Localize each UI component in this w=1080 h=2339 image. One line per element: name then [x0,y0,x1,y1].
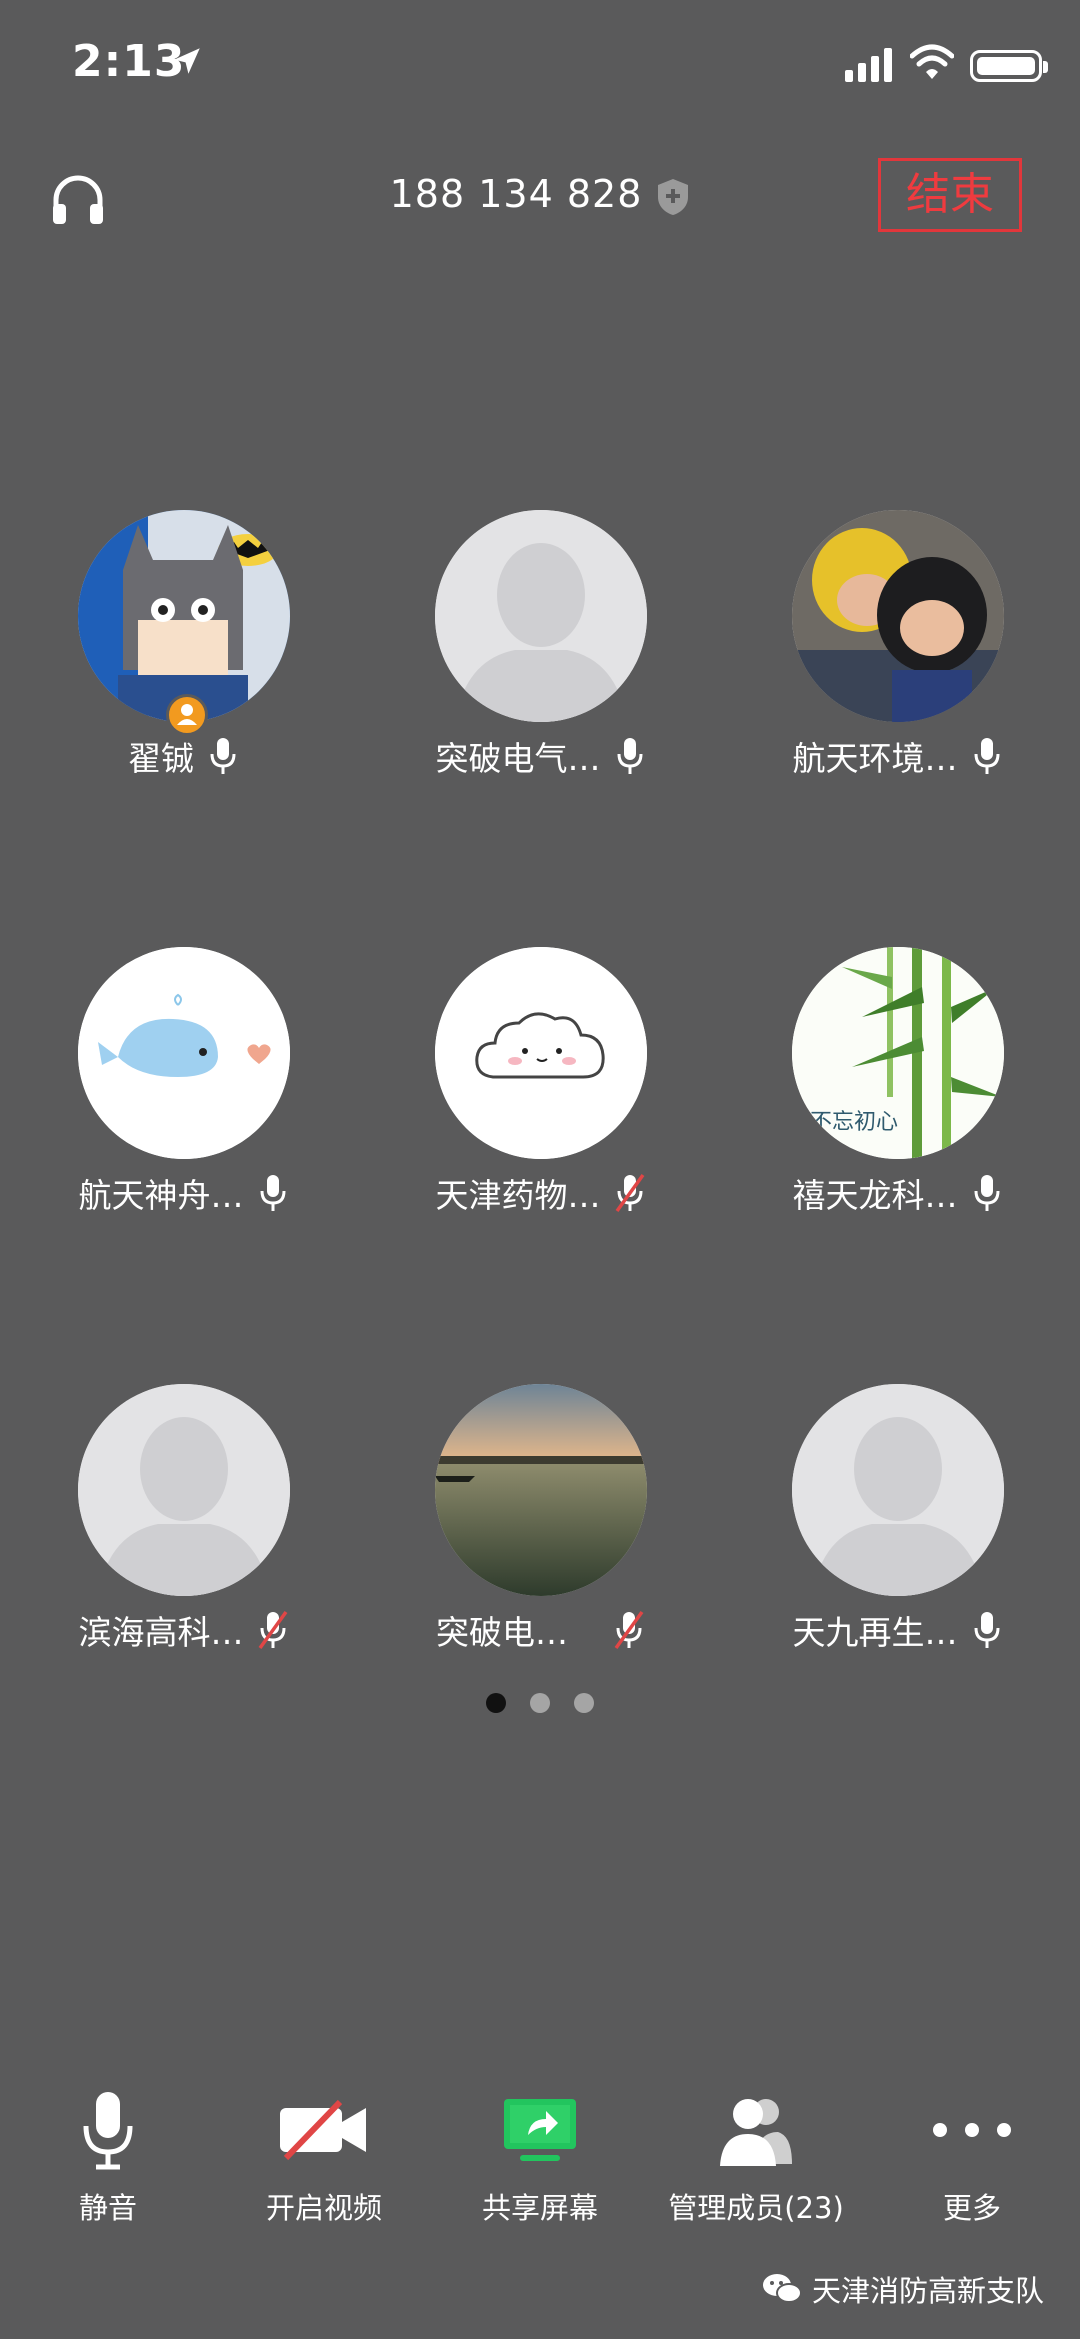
share-screen-button[interactable]: 共享屏幕 [432,2085,648,2227]
mic-icon [974,1175,999,1211]
participant-name: 翟铖 [128,739,194,778]
members-icon [720,2099,792,2166]
participant-tile[interactable]: 天津药物… [360,947,720,1227]
mic-icon [974,738,999,774]
meeting-id-text: 188 134 828 [389,172,643,216]
participant-tile[interactable]: 滨海高科… [3,1384,363,1664]
watermark: 天津消防高新支队 [762,2268,1044,2310]
participant-tile[interactable]: 天九再生… [717,1384,1077,1664]
participant-name: 突破电气… [435,739,601,778]
end-meeting-button[interactable]: 结束 [878,158,1022,232]
participant-name: 天九再生… [792,1613,958,1652]
mic-icon [617,738,642,774]
participant-name: 禧天龙科… [792,1176,958,1215]
helmet-photo-avatar [792,510,1004,722]
bamboo-avatar-text: 不忘初心 [810,1110,898,1135]
default-avatar [435,510,647,722]
shield-icon [658,178,689,215]
manage-members-button[interactable]: 管理成员(23) [648,2085,864,2227]
start-video-label: 开启视频 [265,2191,382,2225]
location-arrow-icon [174,48,200,74]
page-indicator[interactable] [0,1693,1080,1717]
cellular-signal-icon [845,48,892,82]
default-avatar [78,1384,290,1596]
participant-name-row: 天津药物… [360,1169,720,1217]
battery-icon [970,50,1048,82]
more-button[interactable]: 更多 [864,2085,1080,2227]
more-dots-icon [933,2123,1011,2137]
manage-members-label: 管理成员(23) [668,2191,844,2225]
batman-avatar [78,510,290,722]
participant-name-row: 滨海高科… [3,1606,363,1654]
bamboo-avatar: 不忘初心 [792,947,1004,1159]
microphone-icon [83,2092,133,2170]
participant-name-row: 翟铖 [3,732,363,780]
share-screen-icon [504,2099,576,2161]
mic-muted-icon [614,1610,644,1650]
whale-avatar [78,947,290,1159]
participant-name-row: 突破电气… [360,732,720,780]
participant-name: 天津药物… [435,1176,601,1215]
participant-name: 航天环境… [792,739,958,778]
participant-name-row: 天九再生… [717,1606,1077,1654]
mic-icon [210,738,236,774]
participant-name-row: 突破电… [360,1606,720,1654]
participant-name-row: 航天环境… [717,732,1077,780]
participant-tile[interactable]: 航天环境… [717,510,1077,790]
lake-photo-avatar [435,1384,647,1596]
participant-name: 滨海高科… [78,1613,244,1652]
status-time: 2:13 [72,36,186,87]
mic-muted-icon [258,1610,287,1650]
participant-tile[interactable]: 不忘初心 禧天龙科… [717,947,1077,1227]
mic-icon [260,1175,285,1211]
participant-tile[interactable]: 航天神舟… [3,947,363,1227]
wechat-icon [762,2274,802,2303]
participant-tile[interactable]: 突破电… [360,1384,720,1664]
meeting-toolbar: 静音 开启视频 共享屏幕 管理成员(23) 更多 [0,2085,1080,2235]
participant-name-row: 航天神舟… [3,1169,363,1217]
mute-label: 静音 [78,2191,137,2225]
meeting-header: 188 134 828 结束 [0,150,1080,250]
mute-button[interactable]: 静音 [0,2085,216,2227]
page-dot[interactable] [530,1693,550,1713]
mic-muted-icon [615,1173,644,1213]
share-screen-label: 共享屏幕 [481,2191,598,2225]
video-off-icon [280,2099,366,2161]
participant-name: 突破电… [436,1613,568,1652]
page-dot[interactable] [574,1693,594,1713]
host-badge-icon [166,694,208,736]
participant-tile[interactable]: 突破电气… [360,510,720,790]
page-dot-active[interactable] [486,1693,506,1713]
default-avatar [792,1384,1004,1596]
watermark-text: 天津消防高新支队 [811,2274,1044,2308]
more-label: 更多 [942,2191,1001,2225]
mic-icon [974,1612,999,1648]
wifi-icon [910,44,954,79]
status-bar: 2:13 [0,0,1080,130]
participant-tile[interactable]: 翟铖 [3,510,363,790]
cloud-avatar [435,947,647,1159]
participant-name: 航天神舟… [78,1176,244,1215]
start-video-button[interactable]: 开启视频 [216,2085,432,2227]
participant-name-row: 禧天龙科… [717,1169,1077,1217]
